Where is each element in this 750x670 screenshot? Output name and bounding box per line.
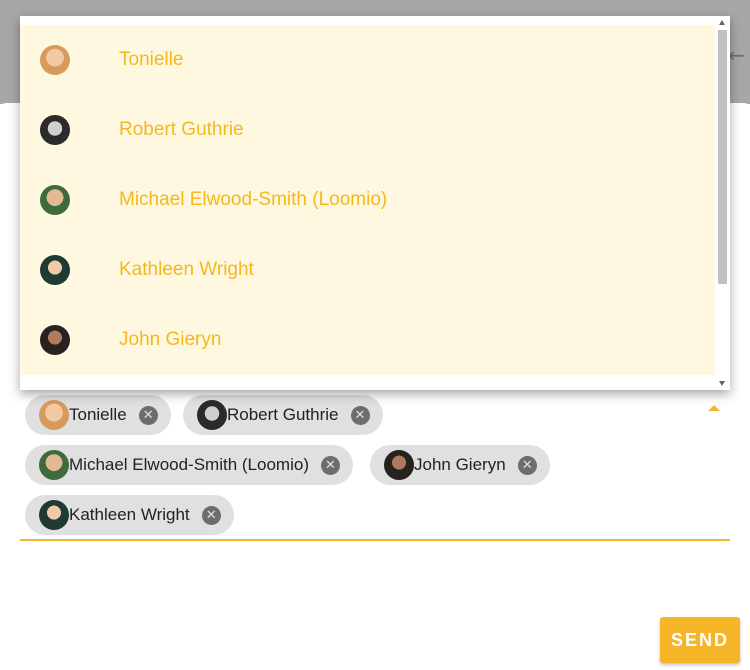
menu-item-label: Michael Elwood-Smith (Loomio) bbox=[119, 189, 388, 210]
chip-tonielle: Tonielle ✕ bbox=[25, 395, 171, 435]
robert-guthrie-avatar bbox=[40, 115, 70, 145]
close-circle-icon[interactable]: ✕ bbox=[517, 455, 537, 475]
menu-item-kathleen-wright[interactable]: Kathleen Wright bbox=[20, 235, 715, 305]
chip-label: Tonielle bbox=[69, 405, 127, 424]
menu-scrollbar[interactable] bbox=[715, 16, 730, 390]
kathleen-wright-avatar bbox=[40, 255, 70, 285]
robert-guthrie-avatar bbox=[197, 400, 227, 430]
recipients-chip-input[interactable]: Tonielle ✕ Robert Guthrie ✕ Michael Elwo… bbox=[20, 387, 730, 541]
autocomplete-list: Tonielle Robert Guthrie Michael Elwood-S… bbox=[20, 25, 715, 375]
close-circle-icon[interactable]: ✕ bbox=[138, 405, 158, 425]
john-gieryn-avatar bbox=[384, 450, 414, 480]
john-gieryn-avatar bbox=[40, 325, 70, 355]
close-circle-icon[interactable]: ✕ bbox=[350, 405, 370, 425]
send-button[interactable]: SEND bbox=[660, 617, 740, 663]
autocomplete-menu: Tonielle Robert Guthrie Michael Elwood-S… bbox=[20, 16, 730, 390]
menu-item-michael-elwood-smith[interactable]: Michael Elwood-Smith (Loomio) bbox=[20, 165, 715, 235]
chip-michael-elwood-smith: Michael Elwood-Smith (Loomio) ✕ bbox=[25, 445, 353, 485]
chip-john-gieryn: John Gieryn ✕ bbox=[370, 445, 550, 485]
caret-up-icon[interactable] bbox=[708, 405, 720, 411]
michael-elwood-smith-avatar bbox=[40, 185, 70, 215]
menu-item-john-gieryn[interactable]: John Gieryn bbox=[20, 305, 715, 375]
chip-kathleen-wright: Kathleen Wright ✕ bbox=[25, 495, 234, 535]
menu-item-robert-guthrie[interactable]: Robert Guthrie bbox=[20, 95, 715, 165]
menu-item-label: Robert Guthrie bbox=[119, 119, 244, 140]
reply-arrow-icon: ← bbox=[728, 43, 745, 67]
chip-label: John Gieryn bbox=[414, 455, 506, 474]
chip-robert-guthrie: Robert Guthrie ✕ bbox=[183, 395, 383, 435]
menu-item-label: John Gieryn bbox=[119, 329, 222, 350]
menu-item-label: Tonielle bbox=[119, 49, 184, 70]
chip-label: Michael Elwood-Smith (Loomio) bbox=[69, 455, 309, 474]
scroll-down-icon[interactable] bbox=[719, 381, 725, 386]
tonielle-avatar bbox=[40, 45, 70, 75]
scrollbar-thumb[interactable] bbox=[718, 30, 727, 284]
scroll-up-icon[interactable] bbox=[719, 20, 725, 25]
menu-item-tonielle[interactable]: Tonielle bbox=[20, 25, 715, 95]
kathleen-wright-avatar bbox=[39, 500, 69, 530]
menu-item-label: Kathleen Wright bbox=[119, 259, 254, 280]
close-circle-icon[interactable]: ✕ bbox=[201, 505, 221, 525]
chip-label: Kathleen Wright bbox=[69, 505, 190, 524]
michael-elwood-smith-avatar bbox=[39, 450, 69, 480]
close-circle-icon[interactable]: ✕ bbox=[320, 455, 340, 475]
chip-label: Robert Guthrie bbox=[227, 405, 339, 424]
tonielle-avatar bbox=[39, 400, 69, 430]
